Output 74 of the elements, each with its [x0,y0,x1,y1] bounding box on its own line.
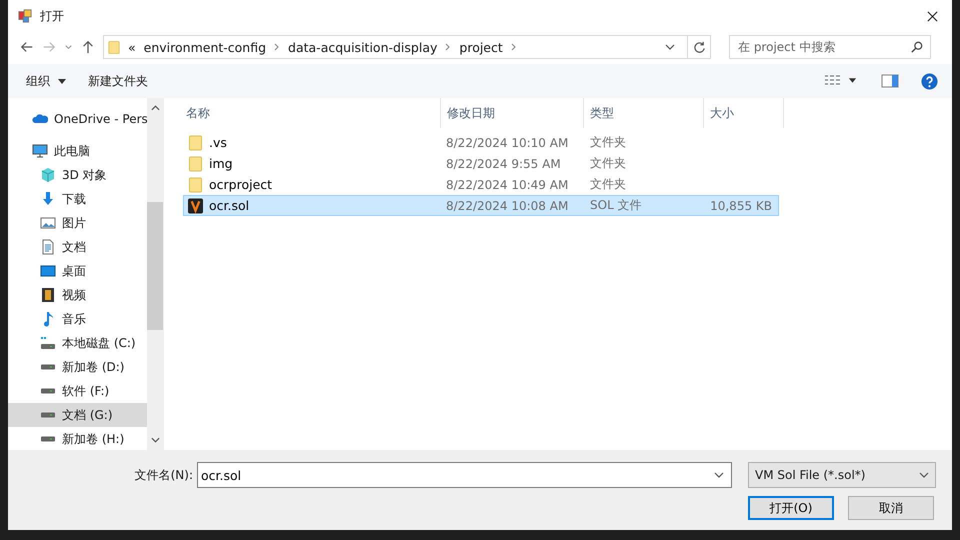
drive-icon [40,335,56,351]
chevron-right-icon[interactable] [510,43,517,51]
organize-menu-button[interactable]: 组织 [18,68,74,94]
nav-item[interactable]: OneDrive - Pers [8,107,147,131]
cancel-button[interactable]: 取消 [848,496,934,520]
file-row[interactable]: img 8/22/2024 9:55 AM 文件夹 [183,153,779,174]
scrollbar[interactable] [147,98,163,450]
chevron-down-icon[interactable] [714,470,724,480]
drive-icon [40,364,56,370]
help-icon[interactable] [921,72,938,90]
app-icon [18,9,32,23]
new-folder-button[interactable]: 新建文件夹 [80,68,156,94]
address-bar[interactable]: « environment-config data-acquisition-display project [103,35,711,59]
drive-icon [40,436,56,442]
file-row[interactable]: .vs 8/22/2024 10:10 AM 文件夹 [183,132,779,153]
window-title: 打开 [40,8,64,24]
preview-pane-icon[interactable] [881,74,899,88]
up-arrow-icon[interactable] [81,40,95,54]
back-arrow-icon[interactable] [20,40,34,54]
nav-item[interactable]: 新加卷 (D:) [8,355,147,379]
desktop-icon [40,263,56,279]
chevron-down-icon[interactable] [665,42,675,52]
folder-icon [188,156,203,172]
nav-item[interactable]: 本地磁盘 (C:) [8,331,147,355]
nav-item[interactable]: 图片 [8,211,147,235]
chevron-down-icon[interactable] [64,42,73,52]
file-row[interactable]: ocr.sol 8/22/2024 10:08 AM SOL 文件 10,855 KB [183,195,779,216]
scroll-up-icon[interactable] [150,105,160,111]
cube-icon [40,167,56,183]
app-file-icon [188,198,203,214]
nav-item[interactable]: 文档 [8,235,147,259]
scrollbar-thumb[interactable] [147,202,163,330]
folder-icon [188,176,203,192]
filename-field[interactable]: ocr.sol [197,462,732,488]
filename-label: 文件名(N): [134,466,193,484]
picture-icon [40,215,56,231]
file-row[interactable]: ocrproject 8/22/2024 10:49 AM 文件夹 [183,174,779,195]
down-arrow-icon [40,191,56,207]
chevron-down-icon [919,470,929,480]
document-icon [40,239,56,255]
dropdown-triangle-icon [58,78,66,84]
drive-icon [40,412,56,418]
close-icon[interactable] [927,10,938,22]
nav-item[interactable]: 此电脑 [8,139,147,163]
file-type-dropdown[interactable]: VM Sol File (*.sol*) [748,462,936,488]
nav-item[interactable]: 3D 对象 [8,163,147,187]
breadcrumb-item[interactable]: environment-config [144,40,266,54]
nav-item[interactable]: 下载 [8,187,147,211]
column-header[interactable]: 名称 [164,98,441,128]
nav-item[interactable]: 文档 (G:) [8,403,147,427]
nav-item[interactable]: 新加卷 (H:) [8,427,147,450]
nav-item[interactable]: 软件 (F:) [8,379,147,403]
drive-icon [40,388,56,394]
column-header[interactable]: 大小 [704,98,784,128]
overflow-chevrons[interactable]: « [128,40,136,54]
breadcrumb-item[interactable]: data-acquisition-display [288,40,438,54]
nav-item[interactable]: 音乐 [8,307,147,331]
dropdown-triangle-icon[interactable] [848,78,857,84]
refresh-icon[interactable] [692,40,706,54]
search-icon [911,41,923,53]
chevron-right-icon[interactable] [445,43,452,51]
film-icon [40,287,56,303]
folder-icon [188,134,203,150]
nav-item[interactable]: 桌面 [8,259,147,283]
column-header[interactable]: 修改日期 [441,98,584,128]
scroll-down-icon[interactable] [150,437,160,443]
search-field[interactable]: 在 project 中搜索 [729,35,931,59]
nav-item[interactable]: 视频 [8,283,147,307]
folder-icon [108,40,120,54]
breadcrumb-item[interactable]: project [459,40,503,54]
open-button[interactable]: 打开(O) [748,496,834,520]
column-header[interactable]: 类型 [584,98,704,128]
monitor-icon [32,143,48,159]
chevron-right-icon[interactable] [274,43,280,51]
